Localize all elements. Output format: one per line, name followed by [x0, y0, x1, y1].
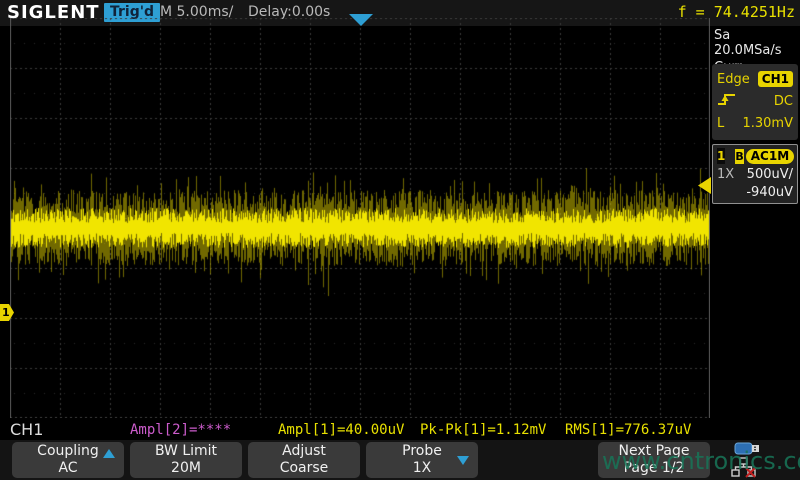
- volts-per-div-readout: 500uV/: [747, 167, 793, 182]
- down-arrow-icon: [457, 456, 469, 465]
- trigger-type-label: Edge: [717, 72, 750, 87]
- trigger-source-badge: CH1: [758, 71, 793, 87]
- trigger-coupling-label: DC: [774, 94, 793, 109]
- channel-coupling-badge: AC1M: [746, 149, 794, 164]
- measurements-row: CH1 Ampl[2]=**** Ampl[1]=40.00uV Pk-Pk[1…: [0, 418, 800, 440]
- measurement-pkpk1: Pk-Pk[1]=1.12mV: [420, 422, 546, 438]
- waveform-display-area: [10, 18, 710, 418]
- adjust-button[interactable]: Adjust Coarse: [248, 442, 360, 478]
- channel-offset-readout: -940uV: [746, 185, 793, 200]
- waveform-canvas: [10, 18, 710, 418]
- measurement-rms1: RMS[1]=776.37uV: [565, 422, 691, 438]
- trigger-level-value: 1.30mV: [742, 116, 793, 131]
- trigger-level-label: L: [717, 116, 724, 131]
- probe-attenuation-readout: 1X: [717, 167, 734, 182]
- next-page-button[interactable]: Next Page Page 1/2: [598, 442, 710, 478]
- sample-rate-readout: Sa 20.0MSa/s: [712, 26, 800, 58]
- up-arrow-icon: [103, 449, 115, 458]
- softkey-menu-bar: Coupling AC BW Limit 20M Adjust Coarse P…: [0, 440, 800, 480]
- oscilloscope-screen: SIGLENT Trig'd M 5.00ms/ Delay:0.00s f =…: [0, 0, 800, 480]
- active-channel-label: CH1: [10, 420, 43, 439]
- bandwidth-limit-badge: B: [735, 149, 743, 164]
- right-info-sidebar: Sa 20.0MSa/s Curr 1.40Mpts Edge CH1 DC L…: [712, 26, 800, 418]
- measurement-ampl1: Ampl[1]=40.00uV: [278, 422, 404, 438]
- measurement-ampl2: Ampl[2]=****: [130, 422, 231, 438]
- rising-edge-icon: [717, 92, 737, 111]
- channel-number-badge: 1: [717, 148, 725, 164]
- bw-limit-button[interactable]: BW Limit 20M: [130, 442, 242, 478]
- trigger-info-panel: Edge CH1 DC L 1.30mV: [712, 64, 798, 140]
- probe-button[interactable]: Probe 1X: [366, 442, 478, 478]
- coupling-button[interactable]: Coupling AC: [12, 442, 124, 478]
- lan-disconnected-icon: [730, 457, 760, 480]
- channel1-info-panel: 1 B AC1M 1X 500uV/ -940uV: [712, 144, 798, 204]
